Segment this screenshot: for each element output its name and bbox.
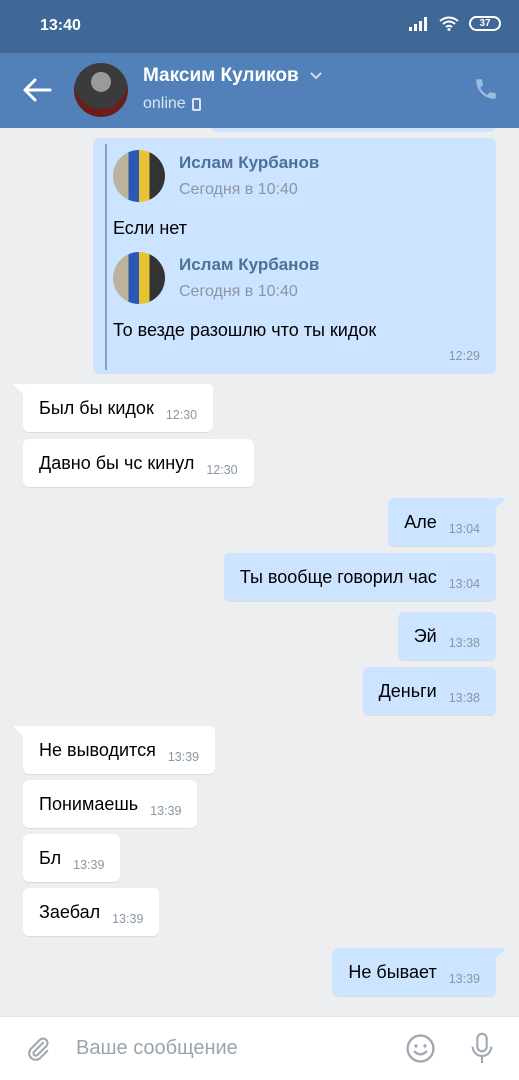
message-text: Деньги	[378, 680, 437, 701]
message-time: 12:29	[448, 349, 480, 363]
outgoing-message[interactable]: Эй 13:38	[397, 612, 496, 660]
contact-avatar[interactable]	[74, 63, 128, 117]
contact-status: online	[143, 95, 186, 112]
incoming-message[interactable]: Давно бы чс кинул 12:30	[23, 439, 254, 487]
forwarded-message-bubble[interactable]: Ислам Курбанов Сегодня в 10:40 Если нет …	[93, 138, 496, 374]
message-text: Ты вообще говорил час	[239, 566, 437, 587]
message-time: 13:39	[112, 912, 144, 926]
incoming-message[interactable]: Был бы кидок 12:30	[13, 384, 214, 432]
forward-text: То везде разошлю что ты кидок	[113, 320, 377, 340]
forward-author-avatar	[113, 252, 165, 304]
message-text: Давно бы чс кинул	[39, 452, 195, 473]
signal-icon	[409, 16, 427, 31]
message-text: Эй	[413, 625, 437, 646]
outgoing-message[interactable]: Деньги 13:38	[362, 667, 496, 715]
forward-author[interactable]: Ислам Курбанов	[179, 153, 319, 173]
message-time: 13:04	[448, 577, 480, 591]
outgoing-message[interactable]: Ты вообще говорил час 13:04	[223, 553, 496, 601]
message-time: 13:39	[448, 972, 480, 986]
incoming-message[interactable]: Не выводится 13:39	[13, 726, 216, 774]
forward-bar	[105, 144, 107, 370]
chevron-down-icon	[310, 72, 322, 80]
outgoing-message[interactable]: Але 13:04	[388, 498, 506, 546]
message-time: 13:38	[448, 691, 480, 705]
mobile-icon	[191, 97, 201, 111]
message-time: 13:04	[448, 522, 480, 536]
message-text: Понимаешь	[39, 793, 139, 814]
message-list[interactable]: Ислам Курбанов Сегодня в 10:40 Если нет …	[0, 128, 519, 1016]
message-time: 12:30	[165, 408, 198, 422]
smile-icon[interactable]	[405, 1033, 436, 1064]
incoming-message[interactable]: Заебал 13:39	[23, 888, 160, 936]
phone-icon[interactable]	[473, 76, 499, 102]
contact-title[interactable]: Максим Куликов online	[143, 65, 323, 113]
message-time: 12:30	[206, 463, 238, 477]
message-input[interactable]: Ваше сообщение	[76, 1037, 238, 1060]
chat-header: Максим Куликов online	[0, 53, 519, 128]
forward-date: Сегодня в 10:40	[179, 181, 298, 198]
status-time: 13:40	[40, 17, 81, 34]
message-time: 13:39	[167, 750, 200, 764]
forward-date: Сегодня в 10:40	[179, 283, 298, 300]
message-text: Не выводится	[39, 739, 156, 760]
wifi-icon	[439, 16, 459, 31]
forward-author-avatar	[113, 150, 165, 202]
message-text: Заебал	[39, 901, 101, 922]
arrow-left-icon[interactable]	[22, 77, 52, 103]
outgoing-message[interactable]: Не бывает 13:39	[332, 948, 506, 996]
message-composer: Ваше сообщение	[0, 1016, 519, 1080]
microphone-icon[interactable]	[468, 1031, 496, 1067]
battery-indicator: 37	[469, 16, 501, 31]
forward-text: Если нет	[113, 218, 187, 238]
previous-message-edge	[211, 128, 496, 132]
message-text: Але	[404, 511, 437, 532]
status-bar: 13:40 37	[0, 0, 519, 53]
message-text: Был бы кидок	[39, 397, 154, 418]
incoming-message[interactable]: Понимаешь 13:39	[23, 780, 198, 828]
incoming-message[interactable]: Бл 13:39	[23, 834, 121, 882]
message-text: Бл	[39, 847, 62, 868]
message-time: 13:38	[448, 636, 480, 650]
forward-author[interactable]: Ислам Курбанов	[179, 255, 319, 275]
message-time: 13:39	[73, 858, 105, 872]
paperclip-icon[interactable]	[24, 1034, 52, 1064]
message-text: Не бывает	[348, 961, 437, 982]
contact-name: Максим Куликов	[143, 65, 299, 86]
message-time: 13:39	[150, 804, 182, 818]
status-icons: 37	[409, 16, 501, 31]
